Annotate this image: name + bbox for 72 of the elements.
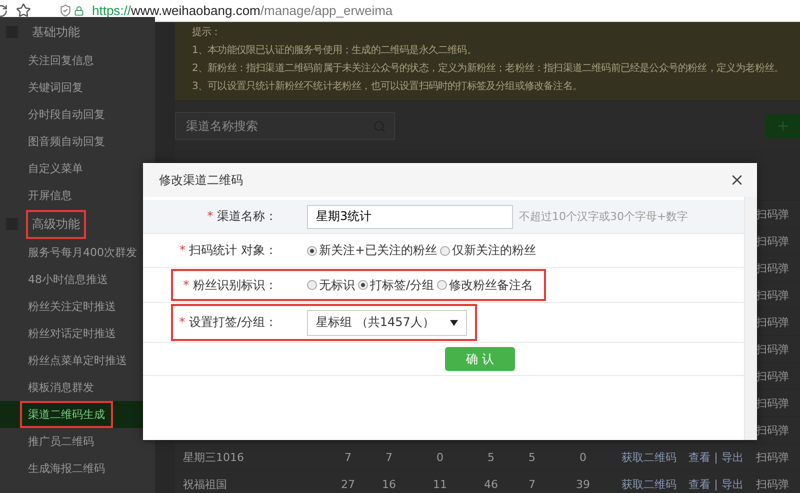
channel-name-input[interactable]: 星期3统计 [307, 204, 513, 228]
shield-icon[interactable] [59, 4, 72, 17]
table-cell-text: 扫码弹 [755, 368, 790, 384]
view-export-links[interactable]: 查看 | 导出 [684, 450, 748, 464]
radio-option[interactable]: 无标识 [307, 276, 355, 294]
search-input[interactable]: 渠道名称搜索 [184, 118, 358, 134]
table-cell-text: 5 [528, 450, 536, 464]
table-cell-text: 46 [483, 478, 499, 490]
radio-option[interactable]: 修改粉丝备注名 [437, 276, 534, 294]
dialog-title: 修改渠道二维码 [159, 172, 243, 188]
table-cell-text: 11 [432, 478, 448, 490]
star-icon[interactable] [16, 3, 31, 18]
table-cell-text: 扫码弹 [755, 288, 790, 302]
notice-title: 提示： [192, 26, 222, 40]
field-label: * 渠道名称： [206, 208, 278, 225]
get-qr-link[interactable]: 获取二维码 [614, 450, 684, 464]
plus-icon [776, 119, 790, 133]
table-cell-text: 扫码弹 [755, 396, 790, 410]
table-cell-text: 祝福祖国 [182, 476, 228, 492]
sidebar-item[interactable]: 渠道二维码生成 [20, 401, 113, 428]
table-cell-text: 16 [381, 478, 397, 490]
table-cell-text: 扫码弹 [755, 450, 790, 464]
table-cell-text: 7 [384, 450, 394, 464]
sidebar-item[interactable]: 48小时信息推送 [20, 266, 116, 293]
scrollbar[interactable] [744, 197, 757, 440]
table-cell-text: 5 [486, 450, 496, 464]
sidebar-section-title: 高级功能 [26, 210, 86, 238]
notice-text: 3、可以设置只统计新粉丝不统计老粉丝，也可以设置扫码时的打标签及分组或修改备注名。 [192, 80, 583, 94]
sidebar-item[interactable]: 图音频自动回复 [20, 128, 113, 155]
radio-option[interactable]: 仅新关注的粉丝 [440, 242, 536, 259]
table-cell-text: 扫码弹 [755, 206, 790, 222]
table-cell-text: 扫码弹 [755, 314, 790, 330]
table-cell-text: 39 [575, 478, 591, 490]
sidebar-item[interactable]: 自定义菜单 [20, 155, 91, 182]
lock-icon [74, 6, 84, 16]
notice-text: 2、新粉丝：指扫渠道二维码前属于未关注公众号的状态，定义为新粉丝；老粉丝：指扫渠道二维码前已经是公众号的粉丝，定义为老粉丝。 [192, 62, 785, 76]
table-cell-text: 7 [344, 450, 352, 464]
sidebar-item[interactable]: 关键词回复 [20, 74, 91, 101]
table-cell-text: 扫码弹 [755, 260, 790, 276]
table-cell-text: 星期三1016 [182, 450, 245, 464]
table-cell-text: 扫码弹 [755, 234, 790, 248]
get-qr-link[interactable]: 获取二维码 [614, 476, 684, 492]
table-cell-text: 0 [436, 450, 444, 464]
sidebar-item[interactable]: 服务号每月400次群发 [20, 239, 145, 266]
sidebar-item[interactable]: 粉丝对话定时推送 [20, 320, 124, 347]
table-cell-text: 27 [340, 478, 356, 490]
table-cell-text: 扫码弹 [755, 476, 790, 492]
sidebar-section-title: 基础功能 [31, 24, 81, 40]
sidebar-item[interactable]: 粉丝关注定时推送 [20, 293, 124, 320]
view-export-links[interactable]: 查看 | 导出 [684, 476, 748, 492]
group-select[interactable]: 星标组 （共1457人） [307, 310, 467, 336]
sidebar-item[interactable]: 开屏信息 [20, 182, 80, 209]
hint-text: 不超过10个汉字或30个字母+数字 [519, 209, 688, 224]
field-label: * 粉丝识别标识： [182, 276, 278, 294]
caret-icon [450, 320, 458, 326]
table-cell-text: 扫码弹 [755, 422, 790, 438]
table-cell-text: 0 [578, 450, 588, 464]
table-cell-text: 扫码弹 [755, 342, 790, 356]
sidebar-item[interactable]: 模板消息群发 [20, 374, 102, 401]
sidebar-item[interactable]: 生成海报二维码 [20, 455, 113, 482]
sidebar-item[interactable]: 分时段自动回复 [20, 101, 113, 128]
notice-text: 1、本功能仅限已认证的服务号使用；生成的二维码是永久二维码。 [192, 44, 478, 58]
table-cell-text: 7 [528, 478, 536, 490]
sidebar-item[interactable]: 推广员二维码 [20, 428, 102, 455]
search-field[interactable]: 渠道名称搜索 [175, 112, 395, 140]
sidebar-item[interactable]: 粉丝点菜单定时推送 [20, 347, 135, 374]
sidebar-item[interactable]: 关注回复信息 [20, 47, 102, 74]
confirm-button[interactable]: 确 认 [445, 347, 515, 371]
radio-option[interactable]: 新关注+已关注的粉丝 [307, 242, 438, 259]
field-label: * 扫码统计 对象： [178, 242, 278, 259]
field-label: * 设置打签/分组： [178, 314, 278, 331]
radio-option[interactable]: 打标签/分组 [358, 276, 434, 294]
